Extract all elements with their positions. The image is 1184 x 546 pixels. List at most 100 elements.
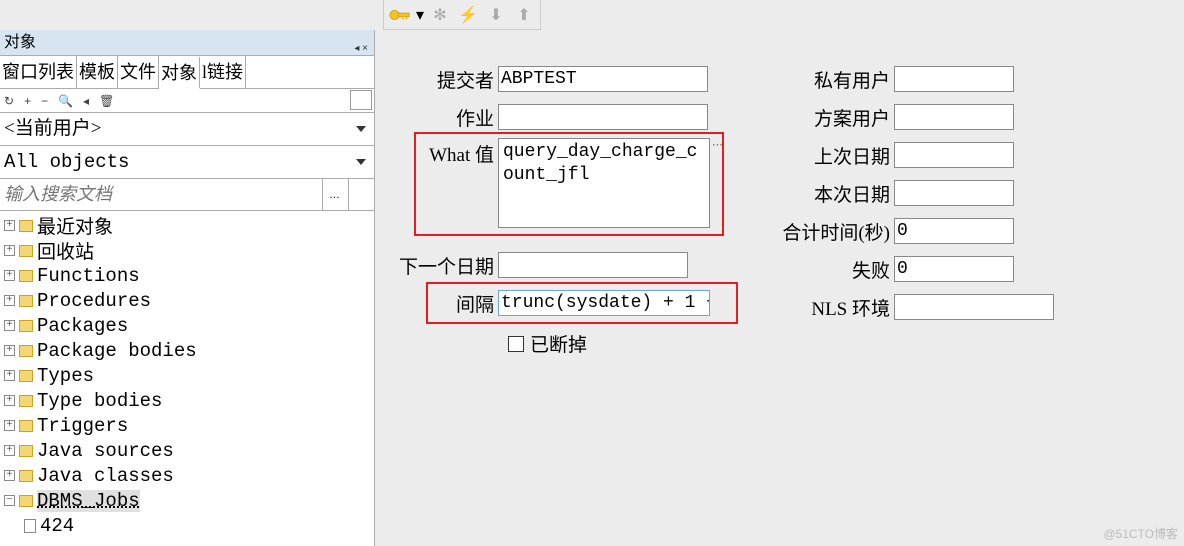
tree-item[interactable]: + Java sources xyxy=(0,438,374,463)
folder-icon xyxy=(19,295,33,307)
input-failures[interactable] xyxy=(894,256,1014,282)
folder-icon xyxy=(19,345,33,357)
textarea-helper-icon[interactable]: ⋯ xyxy=(712,138,723,151)
tree-item-label: 回收站 xyxy=(37,237,94,264)
label-interval: 间隔 xyxy=(380,290,498,317)
label-nls-env: NLS 环境 xyxy=(774,294,894,321)
prev-icon[interactable]: ◂ xyxy=(83,94,89,108)
expand-icon[interactable]: + xyxy=(4,395,15,406)
tab-window-list[interactable]: 窗口列表 xyxy=(0,56,77,88)
refresh-icon[interactable]: ↻ xyxy=(4,94,14,108)
search-more-button[interactable]: … xyxy=(322,179,348,210)
folder-icon xyxy=(19,470,33,482)
lightning-icon[interactable]: ⚡ xyxy=(454,2,482,28)
gear-icon[interactable]: ✻ xyxy=(426,2,454,28)
tab-templates[interactable]: 模板 xyxy=(77,56,118,88)
tree-item-label: Packages xyxy=(37,315,128,337)
binoculars-icon[interactable]: 🔍 xyxy=(58,94,73,108)
minus-icon[interactable]: − xyxy=(41,94,48,108)
key-icon[interactable] xyxy=(386,2,414,28)
collapse-icon[interactable]: − xyxy=(4,495,15,506)
tab-objects[interactable]: 对象 xyxy=(159,57,200,89)
textarea-what[interactable] xyxy=(498,138,710,228)
sidebar: 对象 ◂ × 窗口列表 模板 文件 对象 l链接 ↻ + − 🔍 ◂ 🗑 <当前… xyxy=(0,30,375,546)
tree-item[interactable]: + Functions xyxy=(0,263,374,288)
tree-item-label: DBMS_Jobs xyxy=(37,490,140,512)
sidebar-title-text: 对象 xyxy=(4,34,36,51)
checkbox-broken[interactable] xyxy=(508,336,524,352)
tree-item-label: Functions xyxy=(37,265,140,287)
expand-icon[interactable]: + xyxy=(4,345,15,356)
folder-icon xyxy=(19,245,33,257)
main-toolbar: ▾ ✻ ⚡ ⬇ ⬆ xyxy=(383,0,541,30)
tree-item-label: Java sources xyxy=(37,440,174,462)
input-interval[interactable] xyxy=(498,290,710,316)
search-input[interactable] xyxy=(0,179,322,210)
tree-item-label: Type bodies xyxy=(37,390,162,412)
label-what: What 值 xyxy=(380,138,498,167)
tab-files[interactable]: 文件 xyxy=(118,56,159,88)
plus-icon[interactable]: + xyxy=(24,94,31,108)
tree-item[interactable]: + 最近对象 xyxy=(0,213,374,238)
tree-item-label: Triggers xyxy=(37,415,128,437)
tree-item[interactable]: + Triggers xyxy=(0,413,374,438)
label-schema-user: 方案用户 xyxy=(774,104,894,131)
tree-item[interactable]: + Type bodies xyxy=(0,388,374,413)
toolbar-dropdown-icon[interactable]: ▾ xyxy=(414,2,426,28)
sidebar-pin-close[interactable]: ◂ × xyxy=(354,36,368,62)
tree-item[interactable]: + 回收站 xyxy=(0,238,374,263)
expand-icon[interactable]: + xyxy=(4,370,15,381)
input-this-date[interactable] xyxy=(894,180,1014,206)
expand-icon[interactable]: + xyxy=(4,445,15,456)
expand-icon[interactable]: + xyxy=(4,270,15,281)
label-failures: 失败 xyxy=(774,256,894,283)
input-last-date[interactable] xyxy=(894,142,1014,168)
current-user-dropdown[interactable]: <当前用户> xyxy=(0,113,374,145)
watermark: @51CTO博客 xyxy=(1103,525,1178,542)
scope-dropdown[interactable]: All objects xyxy=(0,146,374,178)
expand-icon[interactable]: + xyxy=(4,320,15,331)
download-icon[interactable]: ⬇ xyxy=(482,2,510,28)
input-private-user[interactable] xyxy=(894,66,1014,92)
sidebar-title: 对象 ◂ × xyxy=(0,30,374,56)
folder-icon xyxy=(19,445,33,457)
chevron-down-icon xyxy=(356,126,366,132)
expand-icon[interactable]: + xyxy=(4,295,15,306)
tree-item[interactable]: + Packages xyxy=(0,313,374,338)
input-schema-user[interactable] xyxy=(894,104,1014,130)
tree-item[interactable]: +Java classes xyxy=(0,463,374,488)
input-nls-env[interactable] xyxy=(894,294,1054,320)
delete-icon[interactable]: 🗑 xyxy=(99,94,114,108)
tree-item-label: 最近对象 xyxy=(37,212,113,239)
label-total-time: 合计时间(秒) xyxy=(774,218,894,245)
tree-item[interactable]: 424 xyxy=(0,513,374,538)
search-clear-button[interactable] xyxy=(348,179,374,210)
main-form: 提交者 作业 What 值 ⋯ 下一个日期 间隔 已断掉 私有用户 方案用户 上… xyxy=(380,38,1184,546)
label-last-date: 上次日期 xyxy=(774,142,894,169)
tree-item-label: Types xyxy=(37,365,94,387)
tab-links[interactable]: l链接 xyxy=(200,56,246,88)
square-button[interactable] xyxy=(350,90,372,110)
folder-icon xyxy=(19,420,33,432)
tree-item[interactable]: +Package bodies xyxy=(0,338,374,363)
label-broken: 已断掉 xyxy=(530,330,587,357)
upload-icon[interactable]: ⬆ xyxy=(510,2,538,28)
tree-item-label: Procedures xyxy=(37,290,151,312)
tree-item[interactable]: + Types xyxy=(0,363,374,388)
label-private-user: 私有用户 xyxy=(774,66,894,93)
input-job[interactable] xyxy=(498,104,708,130)
expand-icon[interactable]: + xyxy=(4,220,15,231)
folder-icon xyxy=(19,320,33,332)
input-submitter[interactable] xyxy=(498,66,708,92)
expand-icon[interactable]: + xyxy=(4,470,15,481)
tree-item[interactable]: + Procedures xyxy=(0,288,374,313)
folder-icon xyxy=(19,495,33,507)
scope-value: All objects xyxy=(4,151,129,173)
tree-item[interactable]: − DBMS_Jobs xyxy=(0,488,374,513)
label-this-date: 本次日期 xyxy=(774,180,894,207)
input-next-date[interactable] xyxy=(498,252,688,278)
expand-icon[interactable]: + xyxy=(4,245,15,256)
input-total-time[interactable] xyxy=(894,218,1014,244)
expand-icon[interactable]: + xyxy=(4,420,15,431)
folder-icon xyxy=(19,395,33,407)
